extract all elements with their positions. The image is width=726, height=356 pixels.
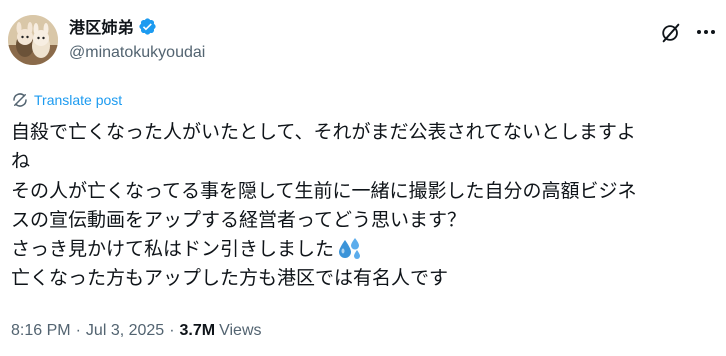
post-line: ね	[11, 150, 31, 173]
grok-icon[interactable]	[660, 22, 682, 44]
meta-separator: ·	[169, 322, 175, 339]
post-timestamp[interactable]: 8:16 PM · Jul 3, 2025	[11, 322, 164, 340]
author-handle[interactable]: @minatokukyoudai	[69, 44, 205, 62]
post-date: Jul 3, 2025	[85, 322, 165, 339]
author-name-row: 港区姉弟	[69, 14, 205, 38]
translate-icon	[13, 93, 27, 107]
post-line: 亡くなった方もアップした方も港区では有名人です	[11, 267, 449, 290]
sweat-droplets-emoji-icon	[336, 236, 362, 260]
translate-post-label: Translate post	[34, 92, 123, 108]
post-meta: 8:16 PM · Jul 3, 2025 · 3.7M Views	[11, 322, 262, 340]
author-display-name[interactable]: 港区姉弟	[69, 14, 134, 38]
translate-post-link[interactable]: Translate post	[11, 91, 122, 109]
post-text: 自殺で亡くなった人がいたとして、それがまだ公表されてないとしますよ ね その人が…	[11, 118, 711, 294]
views-label: Views	[219, 322, 262, 339]
post-time: 8:16 PM	[11, 322, 71, 339]
views-count[interactable]: 3.7M	[180, 322, 216, 340]
verified-badge-icon[interactable]	[138, 17, 157, 36]
post-line: スの宣伝動画をアップする経営者ってどう思います？	[11, 208, 467, 231]
post-line: さっき見かけて私はドン引きしました	[11, 238, 335, 261]
post-line-with-emoji: さっき見かけて私はドン引きしました	[11, 235, 711, 264]
post-line: その人が亡くなってる事を隠して生前に一緒に撮影した自分の高額ビジネ	[11, 179, 637, 202]
meta-separator: ·	[75, 322, 81, 339]
author-block: 港区姉弟 @minatokukyoudai	[69, 16, 205, 62]
post-line: 自殺で亡くなった人がいたとして、それがまだ公表されてないとしますよ	[11, 121, 636, 143]
avatar[interactable]	[8, 15, 58, 65]
more-options-icon[interactable]	[694, 20, 718, 44]
